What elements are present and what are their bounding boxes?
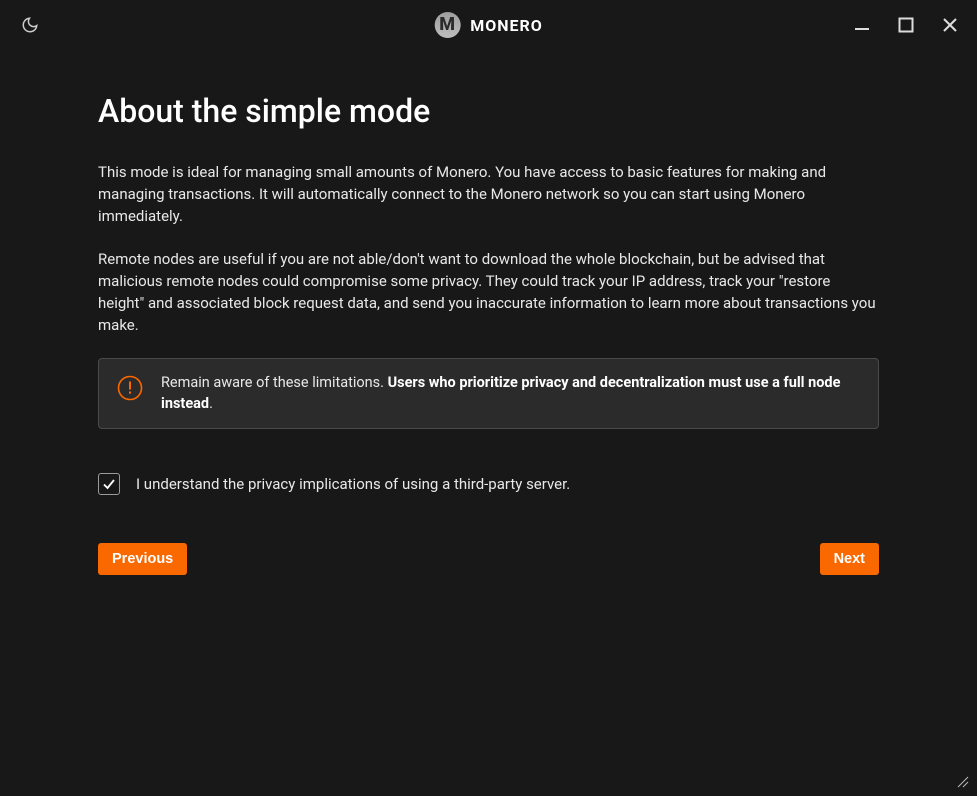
main-content: About the simple mode This mode is ideal… xyxy=(0,50,977,575)
warning-suffix: . xyxy=(209,395,213,412)
maximize-button[interactable] xyxy=(897,16,915,34)
monero-logo-icon: M xyxy=(434,12,460,38)
warning-prefix: Remain aware of these limitations. xyxy=(161,374,388,391)
resize-icon xyxy=(955,774,971,790)
navigation-buttons: Previous Next xyxy=(98,543,879,575)
minimize-button[interactable] xyxy=(853,16,871,34)
window-controls xyxy=(853,16,959,34)
app-title: MONERO xyxy=(470,16,543,35)
intro-paragraph-1: This mode is ideal for managing small am… xyxy=(98,162,879,227)
moon-icon xyxy=(21,16,39,34)
warning-box: Remain aware of these limitations. Users… xyxy=(98,358,879,429)
next-button[interactable]: Next xyxy=(820,543,879,575)
consent-checkbox-row: I understand the privacy implications of… xyxy=(98,473,879,495)
warning-text: Remain aware of these limitations. Users… xyxy=(161,373,860,414)
check-icon xyxy=(101,476,117,492)
maximize-icon xyxy=(898,17,914,33)
theme-toggle-button[interactable] xyxy=(18,13,42,37)
consent-checkbox-label[interactable]: I understand the privacy implications of… xyxy=(136,475,570,493)
page-title: About the simple mode xyxy=(98,92,879,130)
titlebar: M MONERO xyxy=(0,0,977,50)
close-icon xyxy=(942,17,958,33)
close-button[interactable] xyxy=(941,16,959,34)
consent-checkbox[interactable] xyxy=(98,473,120,495)
minimize-icon xyxy=(854,17,870,33)
resize-handle[interactable] xyxy=(955,774,971,790)
intro-paragraph-2: Remote nodes are useful if you are not a… xyxy=(98,249,879,336)
titlebar-brand: M MONERO xyxy=(434,12,543,38)
previous-button[interactable]: Previous xyxy=(98,543,187,575)
warning-icon xyxy=(117,375,143,401)
